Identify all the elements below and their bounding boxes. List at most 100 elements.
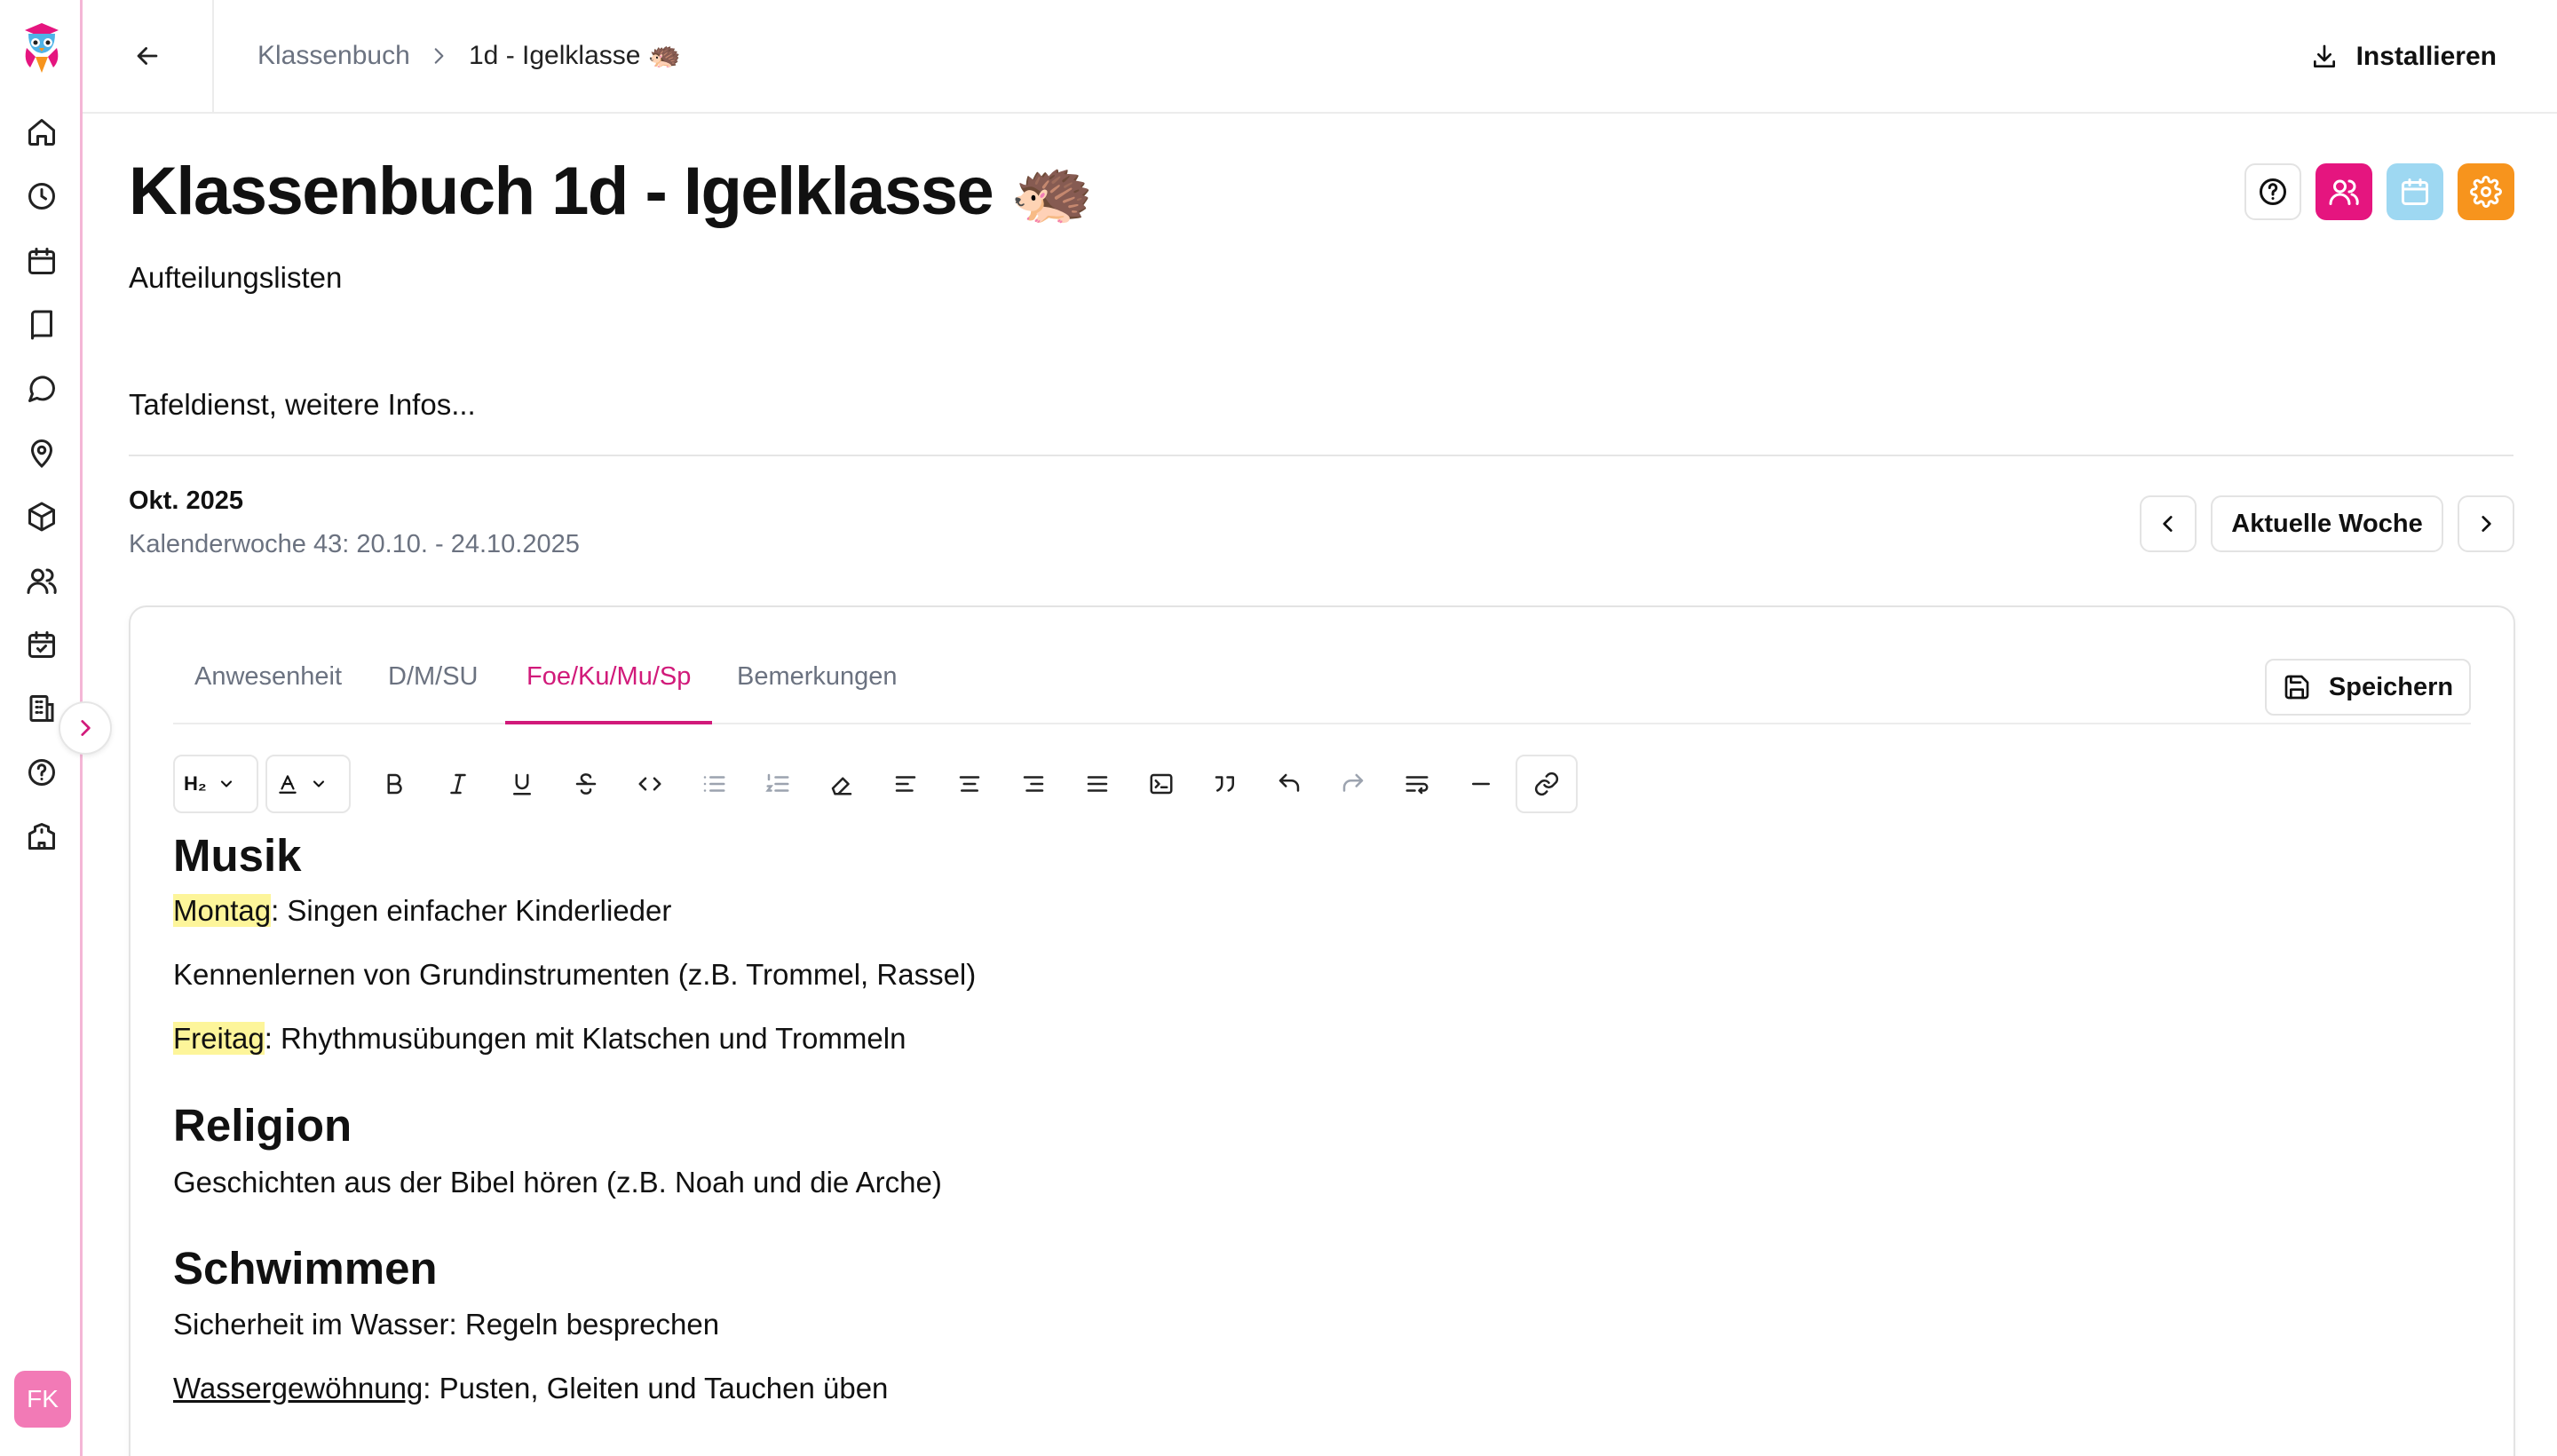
- align-left-button[interactable]: [882, 760, 930, 808]
- section-divider: [129, 455, 2513, 456]
- breadcrumb-root-link[interactable]: Klassenbuch: [257, 39, 410, 73]
- align-right-icon: [1020, 771, 1047, 797]
- link-button[interactable]: [1516, 755, 1578, 813]
- month-label: Okt. 2025: [129, 487, 243, 515]
- ordered-list-icon: [764, 771, 791, 797]
- save-button[interactable]: Speichern: [2265, 659, 2471, 716]
- install-label: Installieren: [2355, 42, 2497, 71]
- current-week-button[interactable]: Aktuelle Woche: [2211, 495, 2443, 552]
- users-icon: [2328, 176, 2360, 208]
- text-wrap-button[interactable]: [1393, 760, 1441, 808]
- text-wrap-icon: [1404, 771, 1430, 797]
- user-avatar[interactable]: FK: [14, 1371, 71, 1428]
- app-logo[interactable]: [20, 21, 64, 75]
- users-icon[interactable]: [26, 565, 58, 597]
- download-icon: [2310, 43, 2339, 71]
- align-justify-icon: [1084, 771, 1111, 797]
- week-label: Kalenderwoche 43: 20.10. - 24.10.2025: [129, 530, 580, 558]
- page-title: Klassenbuch 1d - Igelklasse 🦔: [129, 154, 1095, 229]
- chevron-down-icon: [310, 775, 328, 793]
- building-icon[interactable]: [26, 692, 58, 724]
- wasser-text: : Pusten, Gleiten und Tauchen üben: [423, 1372, 889, 1405]
- ordered-list-button[interactable]: [754, 760, 802, 808]
- align-center-button[interactable]: [946, 760, 994, 808]
- school-icon[interactable]: [26, 820, 58, 852]
- save-label: Speichern: [2328, 672, 2454, 701]
- bullet-list-button[interactable]: [690, 760, 738, 808]
- link-icon: [1533, 771, 1560, 797]
- tab-anwesenheit[interactable]: Anwesenheit: [173, 659, 363, 724]
- italic-button[interactable]: [434, 760, 482, 808]
- tab-d-m-su[interactable]: D/M/SU: [367, 659, 500, 724]
- calendar-button[interactable]: [2387, 163, 2443, 220]
- eraser-icon: [828, 771, 855, 797]
- book-icon[interactable]: [26, 309, 58, 341]
- quote-icon: [1212, 771, 1239, 797]
- tab-bemerkungen[interactable]: Bemerkungen: [716, 659, 919, 724]
- help-circle-icon[interactable]: [26, 756, 58, 788]
- chevron-down-icon: [218, 775, 235, 793]
- paragraph-safety: Sicherheit im Wasser: Regeln besprechen: [173, 1308, 720, 1341]
- blockquote-button[interactable]: [1201, 760, 1249, 808]
- top-bar: Klassenbuch 1d - Igelklasse 🦔 Installier…: [83, 0, 2557, 114]
- align-center-icon: [956, 771, 983, 797]
- heading-religion: Religion: [173, 1100, 352, 1151]
- highlighted-day-freitag: Freitag: [173, 1022, 265, 1055]
- subject-tabs: Anwesenheit D/M/SU Foe/Ku/Mu/Sp Bemerkun…: [173, 650, 2471, 724]
- next-week-button[interactable]: [2458, 495, 2514, 552]
- redo-icon: [1340, 771, 1366, 797]
- paragraph-religion: Geschichten aus der Bibel hören (z.B. No…: [173, 1166, 942, 1199]
- class-description-line-2: Tafeldienst, weitere Infos...: [129, 388, 476, 421]
- sidebar-expand-button[interactable]: [59, 701, 112, 755]
- help-button[interactable]: [2244, 163, 2301, 220]
- location-pin-icon[interactable]: [26, 437, 58, 469]
- underlined-wassergewoehnung: Wassergewöhnung: [173, 1372, 424, 1405]
- underline-button[interactable]: [498, 760, 546, 808]
- undo-button[interactable]: [1265, 760, 1313, 808]
- strikethrough-button[interactable]: [562, 760, 610, 808]
- bullet-list-icon: [701, 771, 727, 797]
- code-icon: [637, 771, 663, 797]
- home-icon[interactable]: [26, 116, 58, 148]
- redo-button[interactable]: [1329, 760, 1377, 808]
- calendar-icon: [2399, 176, 2431, 208]
- class-description-line-1: Aufteilungslisten: [129, 261, 343, 294]
- heading-select-value: H₂: [184, 772, 207, 795]
- paragraph-wasser: Wassergewöhnung: Pusten, Gleiten und Tau…: [173, 1371, 888, 1406]
- students-button[interactable]: [2316, 163, 2372, 220]
- montag-text: : Singen einfacher Kinderlieder: [271, 894, 672, 927]
- settings-button[interactable]: [2458, 163, 2514, 220]
- text-color-icon: [276, 772, 299, 795]
- bold-button[interactable]: [370, 760, 418, 808]
- text-color-select[interactable]: [265, 755, 351, 813]
- horizontal-rule-button[interactable]: [1457, 760, 1505, 808]
- previous-week-button[interactable]: [2140, 495, 2197, 552]
- back-button[interactable]: [83, 0, 214, 112]
- align-justify-button[interactable]: [1073, 760, 1121, 808]
- code-block-button[interactable]: [1137, 760, 1185, 808]
- package-icon[interactable]: [26, 501, 58, 533]
- align-left-icon: [892, 771, 919, 797]
- align-right-button[interactable]: [1009, 760, 1057, 808]
- chevron-left-icon: [2157, 512, 2180, 535]
- chevron-right-icon: [74, 716, 97, 740]
- bold-icon: [381, 771, 408, 797]
- chat-icon[interactable]: [26, 373, 58, 405]
- install-button[interactable]: Installieren: [2310, 36, 2497, 78]
- editor-card: Anwesenheit D/M/SU Foe/Ku/Mu/Sp Bemerkun…: [129, 605, 2515, 1456]
- clear-format-button[interactable]: [818, 760, 866, 808]
- heading-musik: Musik: [173, 830, 302, 881]
- arrow-left-icon: [132, 41, 162, 71]
- freitag-text: : Rhythmusübungen mit Klatschen und Trom…: [264, 1022, 906, 1055]
- calendar-icon[interactable]: [26, 245, 58, 277]
- paragraph-freitag: Freitag: Rhythmusübungen mit Klatschen u…: [173, 1021, 906, 1056]
- code-button[interactable]: [626, 760, 674, 808]
- heading-select[interactable]: H₂: [173, 755, 258, 813]
- clock-icon[interactable]: [26, 180, 58, 212]
- calendar-check-icon[interactable]: [26, 629, 58, 661]
- underline-icon: [509, 771, 535, 797]
- help-circle-icon: [2257, 176, 2289, 208]
- chevron-right-icon: [2474, 512, 2498, 535]
- highlighted-day-montag: Montag: [173, 894, 272, 927]
- tab-foe-ku-mu-sp[interactable]: Foe/Ku/Mu/Sp: [505, 659, 713, 724]
